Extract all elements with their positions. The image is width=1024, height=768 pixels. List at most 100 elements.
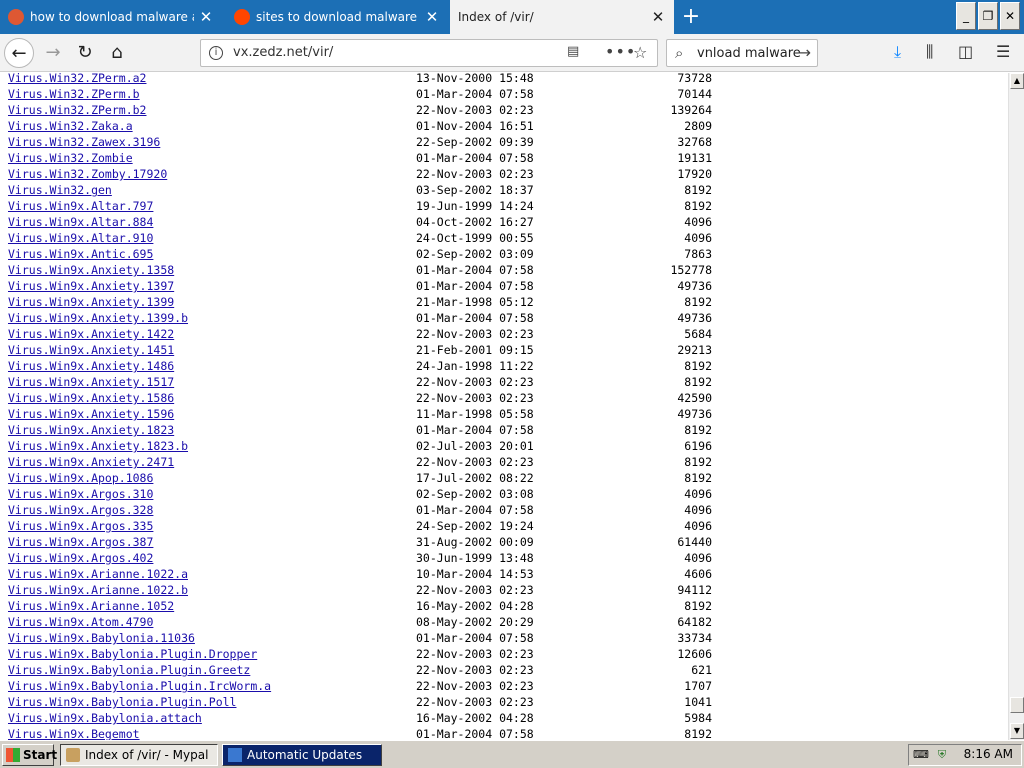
file-size: 2809: [684, 119, 712, 133]
file-link[interactable]: Virus.Win9x.Apop.1086: [8, 470, 153, 486]
file-link[interactable]: Virus.Win9x.Anxiety.1823: [8, 422, 174, 438]
file-link[interactable]: Virus.Win32.Zombie: [8, 150, 133, 166]
back-button[interactable]: ←: [4, 38, 34, 68]
file-link[interactable]: Virus.Win9x.Anxiety.2471: [8, 454, 174, 470]
file-link[interactable]: Virus.Win9x.Babylonia.Plugin.Poll: [8, 694, 236, 710]
file-date: 01-Mar-2004 07:58: [416, 263, 534, 277]
file-link[interactable]: Virus.Win9x.Arianne.1022.b: [8, 582, 188, 598]
scroll-up-button[interactable]: ▲: [1010, 73, 1024, 89]
search-bar[interactable]: ⌕ vnload malware →: [666, 39, 818, 67]
file-link[interactable]: Virus.Win9x.Altar.910: [8, 230, 153, 246]
file-link[interactable]: Virus.Win9x.Anxiety.1486: [8, 358, 174, 374]
file-size: 42590: [677, 391, 712, 405]
file-size: 139264: [670, 103, 712, 117]
info-icon[interactable]: i: [209, 46, 223, 60]
security-shield-icon[interactable]: ⛨: [935, 748, 949, 762]
file-link[interactable]: Virus.Win9x.Antic.695: [8, 246, 153, 262]
file-link[interactable]: Virus.Win9x.Argos.310: [8, 486, 153, 502]
file-size: 4096: [684, 487, 712, 501]
library-icon[interactable]: ⫼: [926, 42, 933, 62]
keyboard-icon[interactable]: ⌨: [913, 748, 929, 762]
file-date: 22-Nov-2003 02:23: [416, 583, 534, 597]
minimize-button[interactable]: _: [956, 2, 976, 30]
taskbar-item-mypal[interactable]: Index of /vir/ - Mypal: [60, 744, 218, 766]
file-date: 24-Oct-1999 00:55: [416, 231, 534, 245]
file-link[interactable]: Virus.Win9x.Arianne.1052: [8, 598, 174, 614]
menu-icon[interactable]: ☰: [996, 42, 1010, 61]
file-link[interactable]: Virus.Win32.Zaka.a: [8, 118, 133, 134]
scroll-down-button[interactable]: ▼: [1010, 723, 1024, 739]
file-size: 94112: [677, 583, 712, 597]
file-link[interactable]: Virus.Win9x.Arianne.1022.a: [8, 566, 188, 582]
sidebar-icon[interactable]: ◫: [958, 42, 973, 61]
file-link[interactable]: Virus.Win9x.Anxiety.1399: [8, 294, 174, 310]
file-link[interactable]: Virus.Win9x.Altar.797: [8, 198, 153, 214]
file-link[interactable]: Virus.Win32.Zawex.3196: [8, 134, 160, 150]
url-text[interactable]: vx.zedz.net/vir/: [233, 45, 333, 60]
file-link[interactable]: Virus.Win32.ZPerm.a2: [8, 73, 146, 86]
restore-button[interactable]: ❐: [978, 2, 998, 30]
forward-button[interactable]: →: [38, 38, 68, 68]
bookmark-star-icon[interactable]: ☆: [633, 43, 647, 62]
tab-index-vir[interactable]: Index of /vir/ ✕: [450, 0, 674, 34]
file-link[interactable]: Virus.Win9x.Argos.335: [8, 518, 153, 534]
file-size: 5984: [684, 711, 712, 725]
download-icon[interactable]: ⤓: [894, 42, 901, 62]
file-link[interactable]: Virus.Win9x.Anxiety.1517: [8, 374, 174, 390]
tab-reddit[interactable]: sites to download malware : Malw ✕: [226, 0, 448, 34]
file-link[interactable]: Virus.Win32.ZPerm.b: [8, 86, 140, 102]
file-link[interactable]: Virus.Win9x.Anxiety.1823.b: [8, 438, 188, 454]
url-bar[interactable]: i vx.zedz.net/vir/ ▤ ••• ☆: [200, 39, 658, 67]
close-icon[interactable]: ✕: [424, 9, 440, 25]
taskbar: Start Index of /vir/ - Mypal Automatic U…: [0, 740, 1024, 768]
file-link[interactable]: Virus.Win9x.Anxiety.1399.b: [8, 310, 188, 326]
tab-duckduckgo[interactable]: how to download malware at Duck ✕: [0, 0, 222, 34]
file-link[interactable]: Virus.Win9x.Anxiety.1397: [8, 278, 174, 294]
file-link[interactable]: Virus.Win32.gen: [8, 182, 112, 198]
page-actions-icon[interactable]: •••: [605, 42, 636, 61]
tab-title: how to download malware at Duck: [30, 10, 194, 24]
home-button[interactable]: ⌂: [102, 38, 132, 68]
file-link[interactable]: Virus.Win9x.Babylonia.attach: [8, 710, 202, 726]
file-link[interactable]: Virus.Win32.ZPerm.b2: [8, 102, 146, 118]
start-button[interactable]: Start: [2, 744, 57, 766]
file-size: 4096: [684, 503, 712, 517]
file-link[interactable]: Virus.Win9x.Anxiety.1596: [8, 406, 174, 422]
file-link[interactable]: Virus.Win9x.Argos.387: [8, 534, 153, 550]
file-size: 1041: [684, 695, 712, 709]
file-link[interactable]: Virus.Win9x.Begemot: [8, 726, 140, 740]
reload-button[interactable]: ↻: [70, 38, 100, 68]
file-link[interactable]: Virus.Win32.Zomby.17920: [8, 166, 167, 182]
file-link[interactable]: Virus.Win9x.Babylonia.Plugin.Dropper: [8, 646, 257, 662]
file-link[interactable]: Virus.Win9x.Anxiety.1358: [8, 262, 174, 278]
taskbar-item-label: Index of /vir/ - Mypal: [85, 748, 209, 762]
file-link[interactable]: Virus.Win9x.Atom.4790: [8, 614, 153, 630]
file-size: 61440: [677, 535, 712, 549]
close-icon[interactable]: ✕: [198, 9, 214, 25]
reader-view-icon[interactable]: ▤: [567, 44, 579, 59]
file-size: 8192: [684, 295, 712, 309]
close-icon[interactable]: ✕: [650, 9, 666, 25]
close-window-button[interactable]: ✕: [1000, 2, 1020, 30]
file-size: 70144: [677, 87, 712, 101]
file-size: 4096: [684, 551, 712, 565]
search-go-icon[interactable]: →: [798, 43, 811, 62]
vertical-scrollbar[interactable]: ▲ ▼: [1008, 73, 1024, 740]
file-link[interactable]: Virus.Win9x.Babylonia.Plugin.Greetz: [8, 662, 250, 678]
file-link[interactable]: Virus.Win9x.Anxiety.1422: [8, 326, 174, 342]
file-link[interactable]: Virus.Win9x.Argos.328: [8, 502, 153, 518]
file-link[interactable]: Virus.Win9x.Anxiety.1451: [8, 342, 174, 358]
file-link[interactable]: Virus.Win9x.Altar.884: [8, 214, 153, 230]
file-date: 16-May-2002 04:28: [416, 599, 534, 613]
file-link[interactable]: Virus.Win9x.Anxiety.1586: [8, 390, 174, 406]
file-link[interactable]: Virus.Win9x.Babylonia.11036: [8, 630, 195, 646]
search-input[interactable]: vnload malware: [697, 46, 801, 61]
file-size: 4606: [684, 567, 712, 581]
file-date: 22-Nov-2003 02:23: [416, 167, 534, 181]
new-tab-button[interactable]: +: [678, 4, 704, 30]
file-link[interactable]: Virus.Win9x.Babylonia.Plugin.IrcWorm.a: [8, 678, 271, 694]
file-link[interactable]: Virus.Win9x.Argos.402: [8, 550, 153, 566]
taskbar-item-updates[interactable]: Automatic Updates: [222, 744, 382, 766]
scroll-thumb[interactable]: [1010, 697, 1024, 713]
file-size: 7863: [684, 247, 712, 261]
